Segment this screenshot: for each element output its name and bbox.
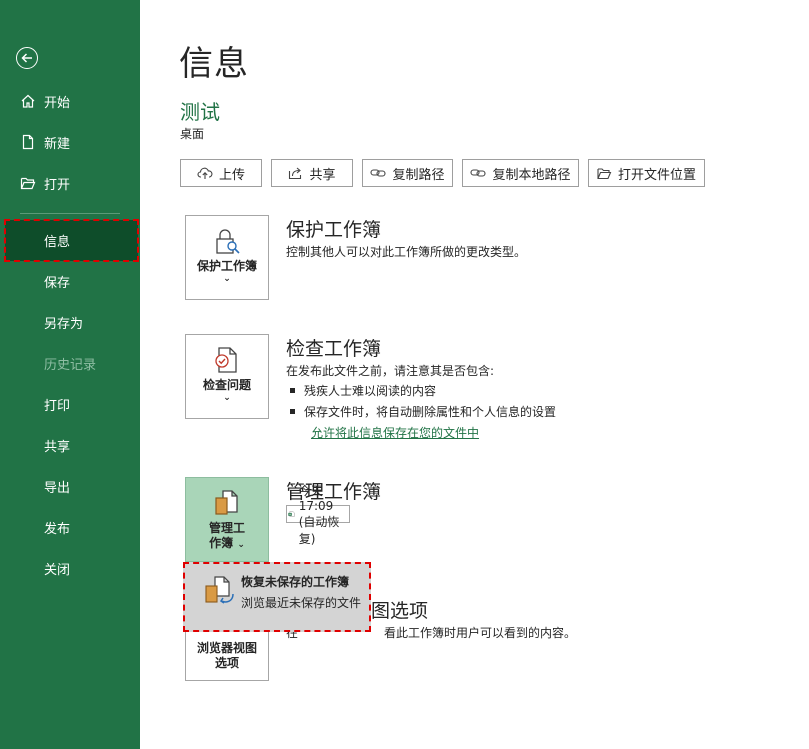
arrow-left-icon bbox=[21, 53, 32, 63]
link-icon bbox=[470, 169, 487, 177]
inspect-button-label: 检查问题 bbox=[202, 378, 251, 392]
copy-path-button[interactable]: 复制路径 bbox=[362, 159, 453, 187]
sidebar-item-open[interactable]: 打开 bbox=[0, 163, 140, 204]
sidebar-item-label: 共享 bbox=[44, 440, 71, 455]
browser-desc-rest: 看此工作簿时用户可以看到的内容。 bbox=[384, 626, 577, 640]
list-item: 残疾人士难以阅读的内容 bbox=[286, 382, 556, 403]
recover-documents-icon bbox=[205, 576, 234, 604]
sidebar-item-close[interactable]: 关闭 bbox=[0, 548, 140, 589]
sidebar-divider bbox=[20, 213, 120, 214]
new-document-icon bbox=[22, 134, 34, 150]
sidebar-item-info[interactable]: 信息 bbox=[4, 219, 139, 262]
allow-save-info-link[interactable]: 允许将此信息保存在您的文件中 bbox=[311, 424, 479, 441]
sidebar-item-share[interactable]: 共享 bbox=[0, 425, 140, 466]
sidebar-item-history: 历史记录 bbox=[0, 343, 140, 384]
manage-button-line1: 管理工 bbox=[208, 521, 245, 535]
browser-button-label: 浏览器视图 选项 bbox=[197, 641, 257, 671]
sidebar-item-label: 打开 bbox=[44, 178, 71, 193]
sidebar-item-label: 打印 bbox=[44, 399, 71, 414]
copy-local-path-label: 复制本地路径 bbox=[492, 167, 571, 183]
open-location-label: 打开文件位置 bbox=[617, 167, 696, 183]
link-icon bbox=[370, 169, 387, 177]
documents-icon bbox=[215, 490, 238, 515]
sidebar-item-home[interactable]: 开始 bbox=[0, 81, 140, 122]
open-file-location-button[interactable]: 打开文件位置 bbox=[588, 159, 705, 187]
share-button[interactable]: 共享 bbox=[271, 159, 353, 187]
folder-open-icon bbox=[597, 167, 612, 179]
sidebar-item-export[interactable]: 导出 bbox=[0, 466, 140, 507]
lock-search-icon bbox=[216, 229, 240, 254]
browser-button-line2: 选项 bbox=[214, 656, 239, 670]
browser-title: 图选项 bbox=[371, 600, 429, 622]
sidebar-item-label: 发布 bbox=[44, 522, 71, 537]
copy-local-path-button[interactable]: 复制本地路径 bbox=[462, 159, 579, 187]
version-label: 今天 17:09 (自动恢复) bbox=[298, 483, 340, 546]
backstage-sidebar: 开始 新建 打开 信息 保存 另存为 历史记录 打印 共享 导出 发布 关闭 bbox=[0, 0, 140, 749]
sidebar-bottom-nav: 信息 保存 另存为 历史记录 打印 共享 导出 发布 关闭 bbox=[0, 219, 140, 589]
sidebar-item-label: 另存为 bbox=[44, 317, 84, 332]
protect-button-label: 保护工作簿 bbox=[196, 259, 257, 273]
copy-path-label: 复制路径 bbox=[392, 167, 445, 183]
page-title: 信息 bbox=[179, 44, 249, 84]
manage-button-label: 管理工 作簿 ⌄ bbox=[209, 521, 245, 553]
protect-title: 保护工作簿 bbox=[286, 219, 382, 241]
sidebar-item-save[interactable]: 保存 bbox=[0, 261, 140, 302]
inspect-bullet-list: 残疾人士难以阅读的内容 保存文件时，将自动删除属性和个人信息的设置 bbox=[286, 382, 556, 424]
manage-workbook-button[interactable]: 管理工 作簿 ⌄ bbox=[185, 477, 269, 562]
home-icon bbox=[21, 94, 35, 108]
back-button[interactable] bbox=[16, 47, 38, 69]
document-check-icon bbox=[215, 347, 237, 373]
protect-workbook-button[interactable]: 保护工作簿 ⌄ bbox=[185, 215, 269, 300]
recover-unsaved-workbooks-menu-item[interactable]: 恢复未保存的工作簿 浏览最近未保存的文件 bbox=[183, 562, 371, 632]
chevron-down-icon: ⌄ bbox=[223, 393, 231, 403]
sidebar-item-label: 关闭 bbox=[44, 563, 71, 578]
autorecover-version-item[interactable]: 今天 17:09 (自动恢复) bbox=[286, 484, 350, 546]
sidebar-item-label: 保存 bbox=[44, 276, 71, 291]
share-label: 共享 bbox=[309, 167, 336, 183]
cloud-upload-icon bbox=[197, 167, 213, 179]
inspect-description: 在发布此文件之前，请注意其是否包含: bbox=[286, 364, 495, 378]
inspect-title: 检查工作簿 bbox=[286, 338, 382, 360]
protect-description: 控制其他人可以对此工作簿所做的更改类型。 bbox=[286, 245, 527, 259]
document-name: 测试 bbox=[180, 100, 220, 124]
sidebar-item-label: 新建 bbox=[44, 137, 71, 152]
sidebar-top-nav: 开始 新建 打开 bbox=[0, 81, 140, 204]
check-for-issues-button[interactable]: 检查问题 ⌄ bbox=[185, 334, 269, 419]
share-icon bbox=[289, 167, 302, 180]
sidebar-item-save-as[interactable]: 另存为 bbox=[0, 302, 140, 343]
chevron-down-icon: ⌄ bbox=[237, 540, 245, 550]
manage-button-line2: 作簿 bbox=[209, 536, 234, 550]
sidebar-item-label: 开始 bbox=[44, 96, 71, 111]
folder-open-icon bbox=[20, 177, 36, 190]
sidebar-item-publish[interactable]: 发布 bbox=[0, 507, 140, 548]
sidebar-item-label: 历史记录 bbox=[44, 358, 97, 373]
sidebar-item-label: 导出 bbox=[44, 481, 71, 496]
browser-button-line1: 浏览器视图 bbox=[196, 641, 257, 655]
sidebar-item-new[interactable]: 新建 bbox=[0, 122, 140, 163]
chevron-down-icon: ⌄ bbox=[223, 274, 231, 284]
popup-title: 恢复未保存的工作簿 bbox=[241, 575, 350, 589]
upload-label: 上传 bbox=[218, 167, 245, 183]
document-location: 桌面 bbox=[180, 127, 205, 141]
popup-description: 浏览最近未保存的文件 bbox=[241, 596, 362, 610]
sidebar-item-print[interactable]: 打印 bbox=[0, 384, 140, 425]
upload-button[interactable]: 上传 bbox=[180, 159, 262, 187]
list-item: 保存文件时，将自动删除属性和个人信息的设置 bbox=[286, 403, 556, 424]
excel-file-icon bbox=[288, 511, 295, 517]
sidebar-item-label: 信息 bbox=[44, 235, 71, 250]
